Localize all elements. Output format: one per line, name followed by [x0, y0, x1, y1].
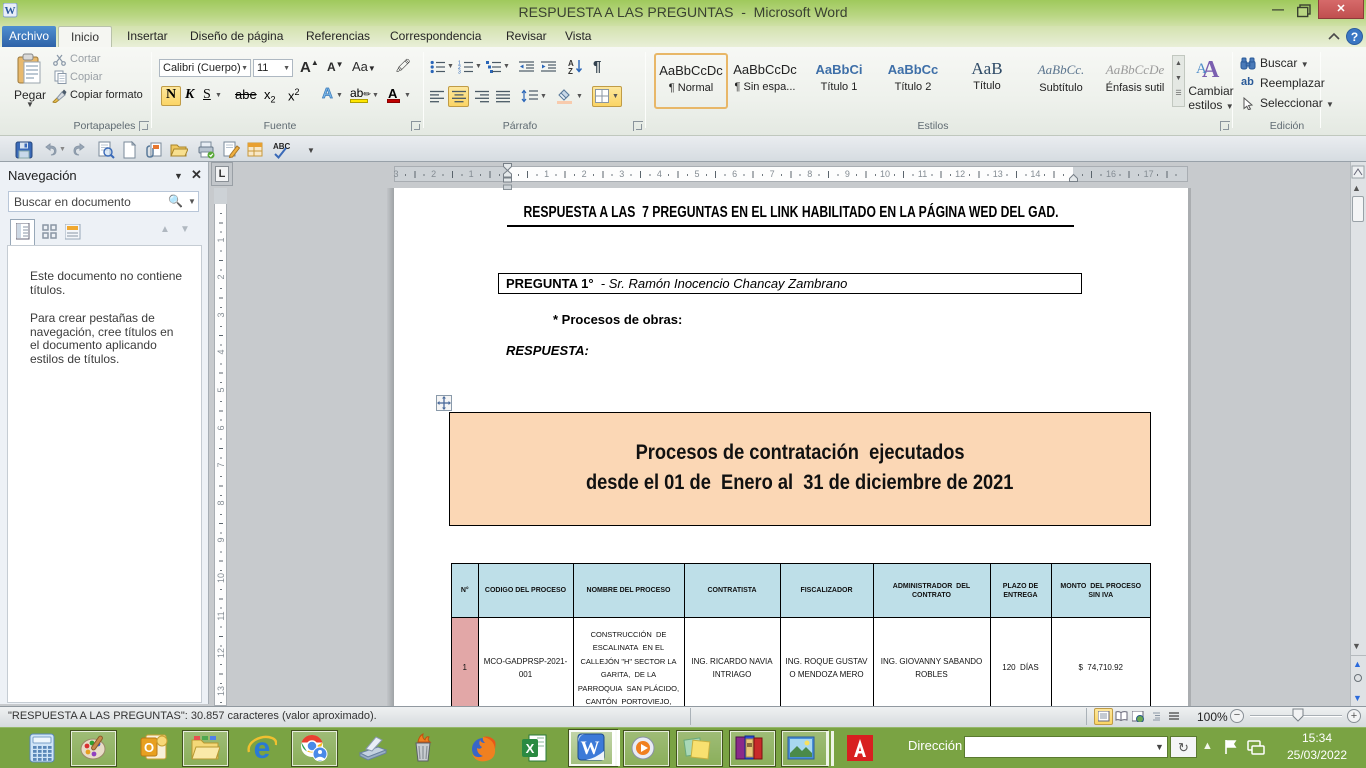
svg-text:?: ?	[1351, 30, 1358, 44]
svg-text:A: A	[1196, 61, 1207, 77]
svg-text:O: O	[144, 740, 154, 755]
svg-text:X: X	[526, 741, 535, 756]
svg-text:3: 3	[458, 70, 461, 75]
svg-text:ABC: ABC	[273, 142, 291, 151]
svg-text:W: W	[5, 5, 16, 17]
svg-text:W: W	[581, 738, 600, 759]
svg-text:Z: Z	[568, 67, 573, 75]
